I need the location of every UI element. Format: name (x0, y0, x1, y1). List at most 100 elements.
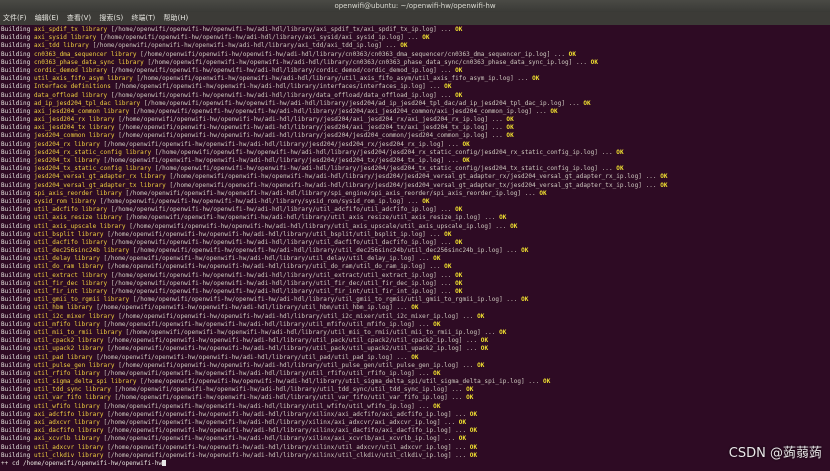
build-prefix: Building (1, 345, 34, 353)
log-path: [/home/openwifi/openwifi-hw/openwifi-hw/… (129, 107, 551, 115)
log-path: [/home/openwifi/openwifi-hw/openwifi-hw/… (92, 304, 412, 312)
terminal-output[interactable]: Building axi_spdif_tx library [/home/ope… (0, 25, 830, 471)
log-path: [/home/openwifi/openwifi-hw/openwifi-hw/… (99, 140, 463, 148)
build-prefix: Building (1, 206, 34, 214)
terminal-line: Building util_var_fifo library [/home/op… (1, 394, 829, 402)
log-path: [/home/openwifi/openwifi-hw/openwifi-hw/… (107, 206, 456, 214)
cursor (162, 460, 167, 467)
log-path: [/home/openwifi/openwifi-hw/openwifi-hw/… (99, 435, 459, 443)
library-name: jesd204_versal_gt_adapter_rx library (33, 173, 166, 181)
library-name: util_clkdiv library (33, 451, 104, 459)
build-prefix: Building (1, 58, 34, 66)
build-prefix: Building (1, 435, 34, 443)
build-prefix: Building (1, 66, 34, 74)
menu-terminal[interactable]: 终端(T) (129, 12, 159, 25)
ok-status: OK (422, 34, 430, 42)
terminal-line: Building util_hbm library [/home/openwif… (1, 304, 829, 312)
build-prefix: Building (1, 402, 34, 410)
terminal-line: Building util_cpack2 library [/home/open… (1, 337, 829, 345)
build-prefix: Building (1, 353, 34, 361)
terminal-line: Building util_gmii_to_rgmii library [/ho… (1, 296, 829, 304)
build-prefix: Building (1, 443, 34, 451)
build-prefix: Building (1, 222, 34, 230)
log-path: [/home/openwifi/openwifi-hw/openwifi-hw/… (96, 34, 423, 42)
log-path: [/home/openwifi/openwifi-hw/openwifi-hw/… (107, 26, 456, 33)
ok-status: OK (480, 345, 489, 353)
ok-status: OK (444, 263, 452, 271)
library-name: util_pad library (33, 353, 93, 361)
terminal-line: Building util_fir_int library [/home/ope… (1, 288, 829, 296)
ok-status: OK (660, 173, 668, 181)
library-name: jesd204_tx_static_config library (33, 165, 152, 173)
terminal-line: Building ad_ip_jesd204_tpl_dac library [… (1, 100, 829, 108)
log-path: [/home/openwifi/openwifi-hw/openwifi-hw/… (151, 165, 617, 173)
terminal-line: Building util_adcfifo library [/home/ope… (1, 206, 829, 214)
log-path: [/home/openwifi/openwifi-hw/openwifi-hw/… (103, 345, 481, 353)
terminal-line: Building util_mii_to_rmii library [/home… (1, 329, 829, 337)
library-name: jesd204_tx library (33, 157, 100, 164)
ok-status: OK (521, 247, 529, 255)
log-path: [/home/openwifi/openwifi-hw/openwifi-hw/… (103, 443, 470, 451)
log-path: [/home/openwifi/openwifi-hw/openwifi-hw/… (99, 320, 434, 328)
library-name: axi_jesd204_rx library (33, 116, 115, 124)
log-path: [/home/openwifi/openwifi-hw/openwifi-hw/… (129, 247, 522, 255)
ok-status: OK (411, 353, 419, 361)
terminal-line: Building data_offload library [/home/ope… (1, 92, 829, 100)
prompt-line[interactable]: ++ cd /home/openwifi/openwifi-hw/openwif… (1, 460, 829, 468)
terminal-line: Building jesd204_tx_static_config librar… (1, 165, 829, 173)
terminal-line: Building cn0363_phase_data_sync library … (1, 59, 829, 67)
build-prefix: Building (1, 394, 34, 402)
log-path: [/home/openwifi/openwifi-hw/openwifi-hw/… (103, 230, 445, 238)
log-path: [/home/openwifi/openwifi-hw/openwifi-hw/… (136, 378, 544, 386)
terminal-line: Building util_adxcvr library [/home/open… (1, 444, 829, 452)
build-prefix: Building (1, 230, 34, 238)
build-prefix: Building (1, 288, 34, 295)
terminal-line: Building util_fir_dec library [/home/ope… (1, 280, 829, 288)
ok-status: OK (510, 222, 518, 230)
ok-status: OK (433, 255, 441, 263)
build-prefix: Building (1, 132, 34, 140)
terminal-line: Building axi_xcvrlb library [/home/openw… (1, 435, 829, 443)
terminal-line: Building util_clkdiv library [/home/open… (1, 452, 829, 460)
log-path: [/home/openwifi/openwifi-hw/openwifi-hw/… (110, 386, 467, 394)
ok-status: OK (480, 337, 489, 345)
menu-bar: 文件(F) 编辑(E) 查看(V) 搜索(S) 终端(T) 帮助(H) (0, 12, 830, 25)
log-path: [/home/openwifi/openwifi-hw/openwifi-hw/… (103, 263, 445, 271)
ok-status: OK (616, 148, 624, 156)
log-path: [/home/openwifi/openwifi-hw/openwifi-hw/… (99, 255, 434, 263)
log-path: [/home/openwifi/openwifi-hw/openwifi-hw/… (114, 312, 478, 320)
terminal-line: Building util_pulse_gen library [/home/o… (1, 362, 829, 370)
terminal-line: Building util_axis_fifo_asym library [/h… (1, 75, 829, 83)
library-name: axi_adxcvr library (33, 419, 100, 426)
build-prefix: Building (1, 107, 34, 115)
menu-edit[interactable]: 编辑(E) (32, 12, 62, 25)
menu-view[interactable]: 查看(V) (64, 12, 94, 25)
log-path: [/home/openwifi/openwifi-hw/openwifi-hw/… (114, 116, 507, 124)
log-path: [/home/openwifi/openwifi-hw/openwifi-hw/… (121, 189, 540, 197)
menu-search[interactable]: 搜索(S) (96, 12, 126, 25)
log-path: [/home/openwifi/openwifi-hw/openwifi-hw/… (143, 58, 591, 66)
terminal-line: Building spi_axis_reorder library [/home… (1, 190, 829, 198)
library-name: jesd204_versal_gt_adapter_tx library (33, 181, 166, 189)
library-name: axi_sysid library (33, 34, 97, 42)
ok-status: OK (466, 394, 474, 402)
ok-status: OK (477, 361, 485, 369)
terminal-line: Building util_do_ram library [/home/open… (1, 263, 829, 271)
library-name: jesd204_rx_static_config library (33, 148, 152, 156)
library-name: util_dec256sinc24b library (33, 247, 130, 255)
ok-status: OK (455, 26, 463, 33)
build-prefix: Building (1, 337, 34, 345)
library-name: util_axis_fifo_asym library (33, 75, 133, 83)
ok-status: OK (466, 386, 474, 394)
library-name: axi_xcvrlb library (33, 435, 100, 443)
build-prefix: Building (1, 427, 34, 435)
ok-status: OK (477, 312, 485, 320)
terminal-line: Building Interface definitions [/home/op… (1, 83, 829, 91)
menu-file[interactable]: 文件(F) (0, 12, 30, 25)
ok-status: OK (499, 214, 507, 222)
library-name: util_cpack2 library (33, 337, 104, 345)
ok-status: OK (469, 427, 478, 435)
build-prefix: Building (1, 34, 34, 42)
menu-help[interactable]: 帮助(H) (160, 12, 191, 25)
log-path: [/home/openwifi/openwifi-hw/openwifi-hw/… (96, 197, 423, 205)
